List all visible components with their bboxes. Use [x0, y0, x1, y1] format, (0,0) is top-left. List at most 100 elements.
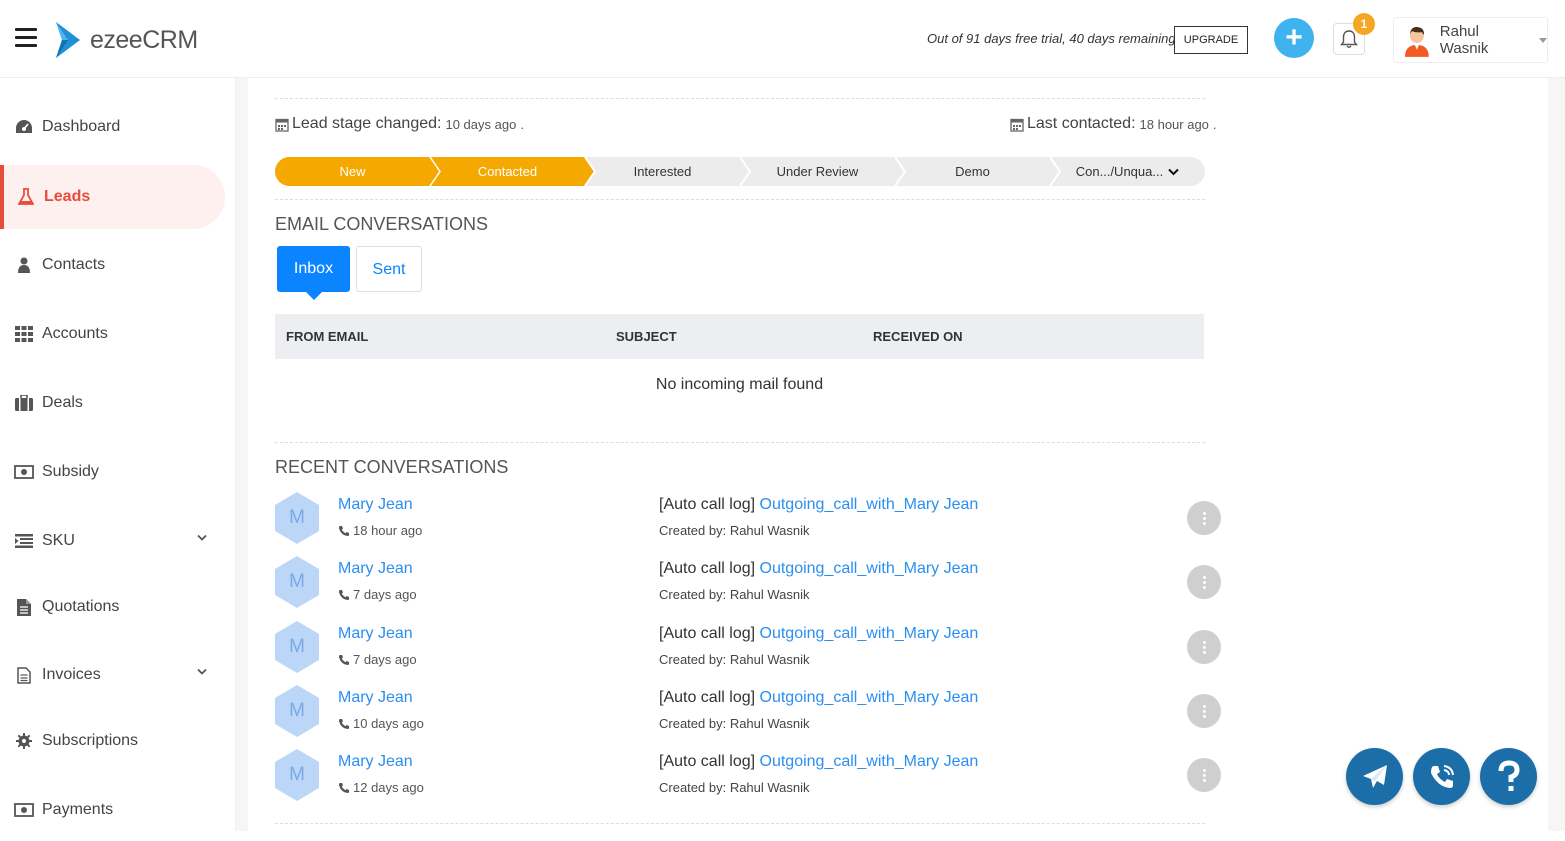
more-options-button[interactable]	[1187, 501, 1221, 535]
top-header: ezeeCRM Out of 91 days free trial, 40 da…	[0, 0, 1565, 78]
stage-demo[interactable]: Demo	[895, 157, 1050, 186]
sidebar-item-sku[interactable]: SKU	[0, 510, 225, 572]
stage-contacted[interactable]: Contacted	[430, 157, 585, 186]
call-time: 7 days ago	[338, 587, 417, 602]
call-time-text: 7 days ago	[353, 587, 417, 602]
created-by-text: Created by: Rahul Wasnik	[659, 587, 810, 602]
contact-avatar: M	[275, 685, 319, 737]
notification-count-badge: 1	[1353, 13, 1375, 35]
divider	[275, 199, 1205, 200]
chevron-down-icon	[1168, 168, 1179, 175]
conversation-title: [Auto call log] Outgoing_call_with_Mary …	[659, 689, 978, 707]
hamburger-menu-icon[interactable]	[15, 28, 37, 47]
file-icon	[14, 598, 34, 616]
content-gutter	[236, 78, 248, 831]
col-from-email[interactable]: FROM EMAIL	[286, 329, 368, 344]
sidebar-item-payments[interactable]: Payments	[0, 779, 225, 841]
call-log-link[interactable]: Outgoing_call_with_Mary Jean	[760, 560, 979, 577]
contact-name-link[interactable]: Mary Jean	[338, 496, 413, 514]
user-menu[interactable]: Rahul Wasnik	[1393, 17, 1548, 63]
created-by-text: Created by: Rahul Wasnik	[659, 652, 810, 667]
contact-name-link[interactable]: Mary Jean	[338, 625, 413, 643]
recent-conversations-title: RECENT CONVERSATIONS	[275, 457, 509, 477]
help-button[interactable]	[1480, 748, 1537, 805]
log-prefix: [Auto call log]	[659, 496, 756, 513]
lead-stage-changed: Lead stage changed: 10 days ago.	[275, 115, 524, 133]
sidebar-item-label: Leads	[44, 188, 91, 205]
phone-icon	[1430, 764, 1454, 788]
call-button[interactable]	[1413, 748, 1470, 805]
divider	[275, 98, 1205, 99]
sidebar-item-label: Dashboard	[42, 118, 121, 135]
sidebar-item-leads[interactable]: Leads	[0, 165, 225, 229]
call-log-link[interactable]: Outgoing_call_with_Mary Jean	[760, 496, 979, 513]
sidebar-item-invoices[interactable]: Invoices	[0, 644, 225, 706]
sidebar-item-accounts[interactable]: Accounts	[0, 303, 225, 365]
calendar-icon	[275, 118, 289, 132]
sidebar-item-label: Subsidy	[42, 463, 99, 480]
sidebar-item-label: Payments	[42, 801, 114, 818]
briefcase-icon	[14, 394, 34, 412]
conversation-title: [Auto call log] Outgoing_call_with_Mary …	[659, 496, 978, 514]
user-avatar-icon	[1404, 26, 1429, 57]
more-options-button[interactable]	[1187, 630, 1221, 664]
call-log-link[interactable]: Outgoing_call_with_Mary Jean	[760, 753, 979, 770]
col-subject[interactable]: SUBJECT	[616, 329, 677, 344]
add-new-button[interactable]: +	[1274, 18, 1314, 58]
contact-name-link[interactable]: Mary Jean	[338, 753, 413, 771]
sidebar-item-subsidy[interactable]: Subsidy	[0, 441, 225, 503]
contact-name-link[interactable]: Mary Jean	[338, 689, 413, 707]
phone-icon	[339, 718, 349, 729]
app-logo[interactable]: ezeeCRM	[52, 20, 198, 60]
divider	[275, 442, 1205, 443]
created-by-text: Created by: Rahul Wasnik	[659, 523, 810, 538]
call-time: 10 days ago	[338, 716, 424, 731]
send-message-button[interactable]	[1346, 748, 1403, 805]
money-icon	[14, 463, 34, 481]
contact-avatar: M	[275, 749, 319, 801]
call-log-link[interactable]: Outgoing_call_with_Mary Jean	[760, 625, 979, 642]
sidebar-item-label: Quotations	[42, 598, 120, 615]
conversation-row: M Mary Jean 7 days ago [Auto call log] Outg…	[275, 556, 1225, 616]
col-received-on[interactable]: RECEIVED ON	[873, 329, 963, 344]
upgrade-button[interactable]: UPGRADE	[1174, 26, 1248, 54]
conversation-row: M Mary Jean 7 days ago [Auto call log] Outg…	[275, 621, 1225, 681]
sidebar-item-dashboard[interactable]: Dashboard	[0, 96, 225, 158]
stage-new[interactable]: New	[275, 157, 430, 186]
email-conversations-title: EMAIL CONVERSATIONS	[275, 214, 489, 234]
paper-plane-icon	[1362, 764, 1387, 788]
stage-under-review[interactable]: Under Review	[740, 157, 895, 186]
created-by-text: Created by: Rahul Wasnik	[659, 716, 810, 731]
tab-sent[interactable]: Sent	[356, 246, 422, 292]
more-options-button[interactable]	[1187, 694, 1221, 728]
chevron-down-icon	[197, 668, 207, 675]
sidebar-item-label: Deals	[42, 394, 83, 411]
divider	[275, 823, 1205, 824]
dashboard-icon	[14, 118, 34, 136]
conversation-title: [Auto call log] Outgoing_call_with_Mary …	[659, 560, 978, 578]
caret-down-icon	[1539, 37, 1547, 43]
plus-icon: +	[1285, 21, 1303, 54]
tab-inbox[interactable]: Inbox	[277, 246, 350, 300]
logo-text: ezeeCRM	[90, 25, 198, 54]
stage-interested[interactable]: Interested	[585, 157, 740, 186]
contact-name-link[interactable]: Mary Jean	[338, 560, 413, 578]
call-time-text: 7 days ago	[353, 652, 417, 667]
phone-icon	[339, 525, 349, 536]
contact-avatar: M	[275, 556, 319, 608]
more-options-button[interactable]	[1187, 565, 1221, 599]
more-options-button[interactable]	[1187, 758, 1221, 792]
contact-avatar: M	[275, 621, 319, 673]
sidebar-item-contacts[interactable]: Contacts	[0, 234, 225, 296]
sidebar-item-label: Invoices	[42, 666, 101, 683]
stage-converted-dropdown[interactable]: Con.../Unqua...	[1050, 157, 1205, 186]
cog-icon	[14, 732, 34, 750]
call-time: 18 hour ago	[338, 523, 422, 538]
call-time-text: 18 hour ago	[353, 523, 423, 538]
sidebar-item-deals[interactable]: Deals	[0, 372, 225, 434]
call-log-link[interactable]: Outgoing_call_with_Mary Jean	[760, 689, 979, 706]
last-contacted: Last contacted: 18 hour ago.	[1010, 115, 1217, 133]
empty-mail-message: No incoming mail found	[655, 376, 824, 393]
sidebar-item-quotations[interactable]: Quotations	[0, 576, 225, 638]
sidebar-item-subscriptions[interactable]: Subscriptions	[0, 710, 225, 772]
